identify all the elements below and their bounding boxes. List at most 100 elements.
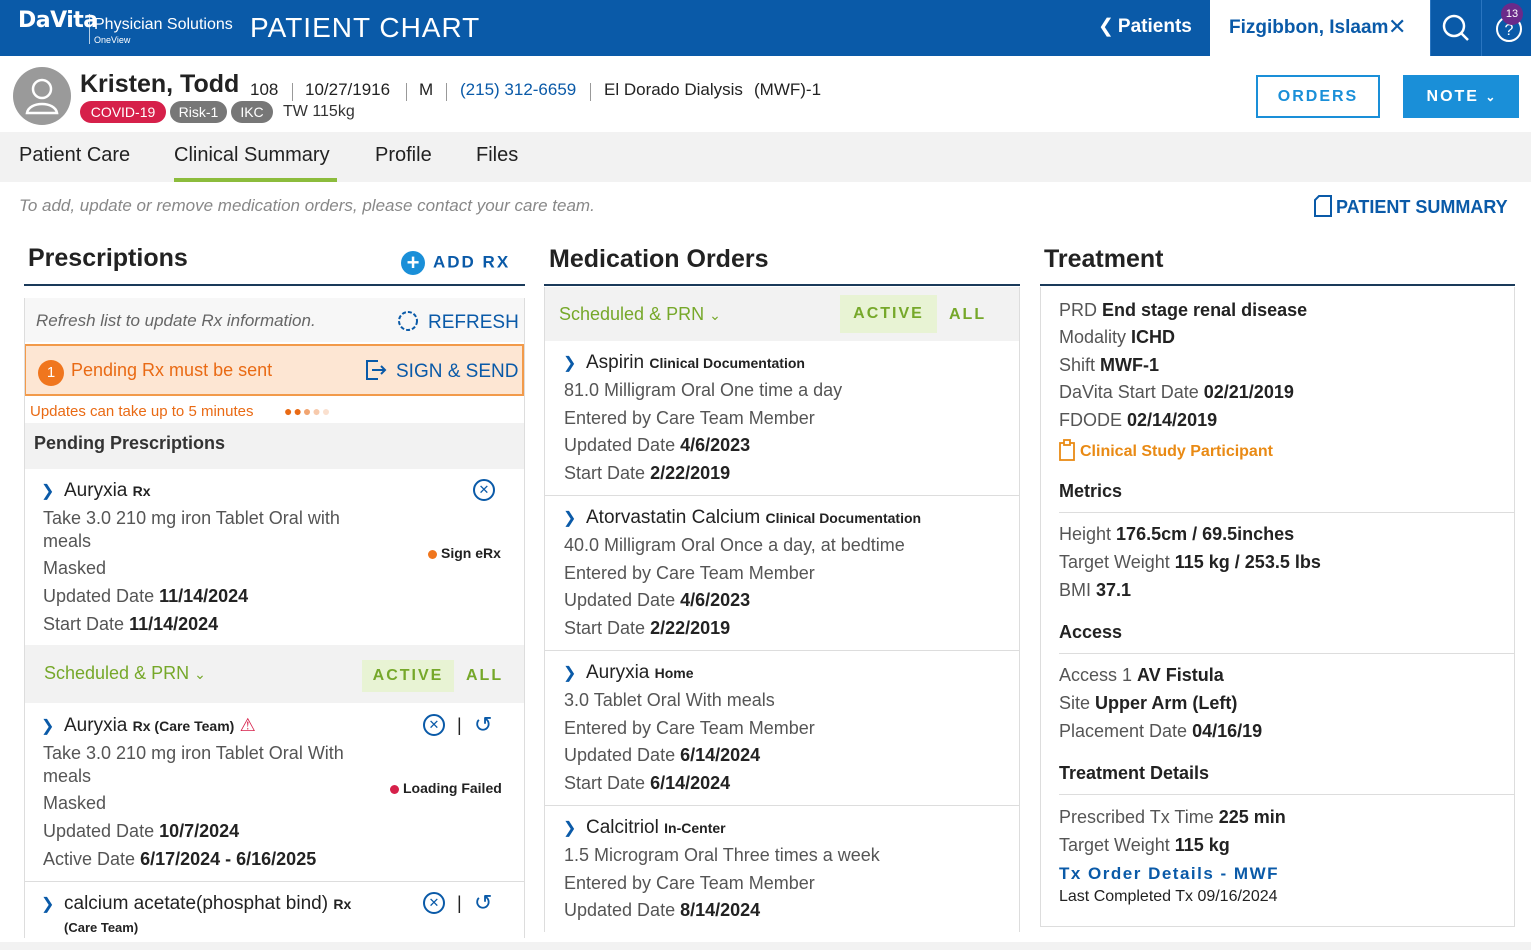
label: Shift [1059, 355, 1096, 375]
patient-facility: El Dorado Dialysis [604, 80, 743, 99]
refresh-row: Refresh list to update Rx information. R… [24, 298, 524, 342]
treatment-title: Treatment [1044, 245, 1164, 273]
med-type: In-Center [664, 820, 726, 836]
expand-chevron-icon[interactable]: ❯ [563, 508, 576, 528]
rx-item-title[interactable]: Auryxia Rx (Care Team) ⚠ [64, 715, 256, 737]
tab-patient-care[interactable]: Patient Care [19, 144, 130, 167]
label: Updated Date [564, 435, 676, 455]
filter-all-button[interactable]: ALL [949, 306, 986, 324]
divider [1059, 794, 1514, 795]
value: 6/14/2024 [680, 745, 761, 765]
patient-dob: 10/27/1916 [305, 80, 391, 99]
filter-active-button[interactable]: ACTIVE [362, 660, 454, 692]
divider [544, 805, 1020, 806]
expand-chevron-icon[interactable]: ❯ [41, 894, 54, 914]
bottom-strip [0, 942, 1531, 950]
med-order-title[interactable]: Auryxia Home [586, 662, 694, 684]
filter-label: Scheduled & PRN [44, 663, 190, 683]
label: BMI [1059, 580, 1092, 600]
tab-files[interactable]: Files [476, 144, 518, 167]
cancel-rx-icon[interactable]: ✕ [423, 714, 445, 736]
pending-rx-banner: 1 Pending Rx must be sent SIGN & SEND [24, 344, 524, 396]
treatment-rule [1040, 284, 1515, 286]
expand-chevron-icon[interactable]: ❯ [41, 481, 54, 501]
med-name: Auryxia [586, 662, 650, 683]
value: End stage renal disease [1102, 300, 1308, 320]
value: 6/17/2024 - 6/16/2025 [140, 849, 317, 869]
open-patient-tab[interactable]: Fizgibbon, Islaam ✕ [1210, 0, 1430, 56]
loading-failed-status: Loading Failed [390, 780, 502, 796]
label: Updated Date [43, 821, 155, 841]
clinical-study-link[interactable]: Clinical Study Participant [1059, 439, 1273, 461]
patient-name: Kristen, Todd [80, 70, 240, 98]
med-dose: 40.0 Milligram Oral Once a day, at bedti… [564, 535, 905, 555]
logo-subtitle-2: OneView [94, 35, 131, 45]
scheduled-prn-dropdown[interactable]: Scheduled & PRN ⌄ [44, 663, 206, 684]
med-order-title[interactable]: Atorvastatin Calcium Clinical Documentat… [586, 507, 921, 529]
tab-profile[interactable]: Profile [375, 144, 432, 167]
med-start-date: Start Date 2/22/2019 [564, 463, 730, 484]
modality-row: Modality ICHD [1059, 327, 1175, 348]
filter-active-button[interactable]: ACTIVE [840, 295, 937, 333]
label: Updated Date [564, 745, 676, 765]
label: Placement Date [1059, 721, 1188, 741]
label: Height [1059, 524, 1112, 544]
pending-prescriptions-heading: Pending Prescriptions [34, 433, 226, 453]
tab-clinical-summary[interactable]: Clinical Summary [174, 144, 330, 167]
divider [1059, 653, 1514, 654]
pending-rx-item-title[interactable]: Auryxia Rx [64, 480, 151, 502]
med-entered-by: Entered by Care Team Member [564, 408, 815, 428]
refresh-button[interactable]: REFRESH [396, 309, 519, 334]
renew-icon[interactable]: ↺ [474, 712, 492, 738]
scheduled-prn-dropdown[interactable]: Scheduled & PRN ⌄ [559, 304, 721, 325]
chevron-down-icon: ⌄ [194, 666, 206, 682]
expand-chevron-icon[interactable]: ❯ [41, 716, 54, 736]
expand-chevron-icon[interactable]: ❯ [563, 663, 576, 683]
search-button[interactable] [1430, 0, 1480, 56]
icon-separator: | [457, 893, 462, 913]
expand-chevron-icon[interactable]: ❯ [563, 353, 576, 373]
cancel-rx-icon[interactable]: ✕ [423, 892, 445, 914]
value: 115 kg / 253.5 lbs [1174, 552, 1321, 572]
med-order-title[interactable]: Aspirin Clinical Documentation [586, 352, 805, 374]
davita-logo: DaVita [18, 8, 98, 33]
chart-tabs: Patient Care Clinical Summary Profile Fi… [0, 132, 1531, 182]
orders-button[interactable]: ORDERS [1256, 75, 1380, 118]
open-patient-name: Fizgibbon, Islaam [1229, 17, 1389, 38]
divider [544, 495, 1020, 496]
note-label: NOTE [1426, 88, 1479, 105]
avatar [13, 67, 71, 125]
tx-order-details-link[interactable]: Tx Order Details - MWF [1059, 864, 1279, 884]
cancel-rx-icon[interactable]: ✕ [473, 479, 495, 501]
rx-instructions-cont: meals [43, 766, 92, 786]
expand-chevron-icon[interactable]: ❯ [563, 818, 576, 838]
status-dot-icon [428, 549, 437, 559]
med-name: Aspirin [586, 352, 645, 373]
med-order-title[interactable]: Calcitriol In-Center [586, 817, 726, 839]
chevron-down-icon: ⌄ [709, 307, 721, 323]
note-button[interactable]: NOTE ⌄ [1403, 75, 1519, 118]
back-to-patients-link[interactable]: ❮ Patients [1098, 15, 1192, 38]
filter-all-button[interactable]: ALL [466, 667, 503, 685]
patient-phone-link[interactable]: (215) 312-6659 [460, 80, 576, 100]
target-weight-row: Target Weight 115 kg / 253.5 lbs [1059, 552, 1321, 573]
divider [544, 650, 1020, 651]
value: 11/14/2024 [129, 614, 219, 634]
separator [406, 83, 407, 101]
med-dose: 1.5 Microgram Oral Three times a week [564, 845, 880, 865]
column-border [1019, 287, 1020, 932]
value: AV Fistula [1137, 665, 1224, 685]
add-rx-button[interactable]: + ADD RX [401, 251, 510, 275]
access-heading: Access [1059, 622, 1123, 642]
close-icon[interactable]: ✕ [1388, 14, 1406, 40]
site-row: Site Upper Arm (Left) [1059, 693, 1237, 714]
value: ICHD [1131, 327, 1176, 347]
send-icon [366, 360, 387, 380]
rx-item-title[interactable]: calcium acetate(phosphat bind) Rx [64, 893, 351, 915]
sign-and-send-button[interactable]: SIGN & SEND [364, 358, 518, 383]
med-entered-by: Entered by Care Team Member [564, 563, 815, 583]
davita-start-row: DaVita Start Date 02/21/2019 [1059, 382, 1294, 403]
renew-icon[interactable]: ↺ [474, 890, 492, 916]
target-weight-row: Target Weight 115 kg [1059, 835, 1230, 856]
patient-summary-link[interactable]: PATIENT SUMMARY [1314, 195, 1508, 218]
